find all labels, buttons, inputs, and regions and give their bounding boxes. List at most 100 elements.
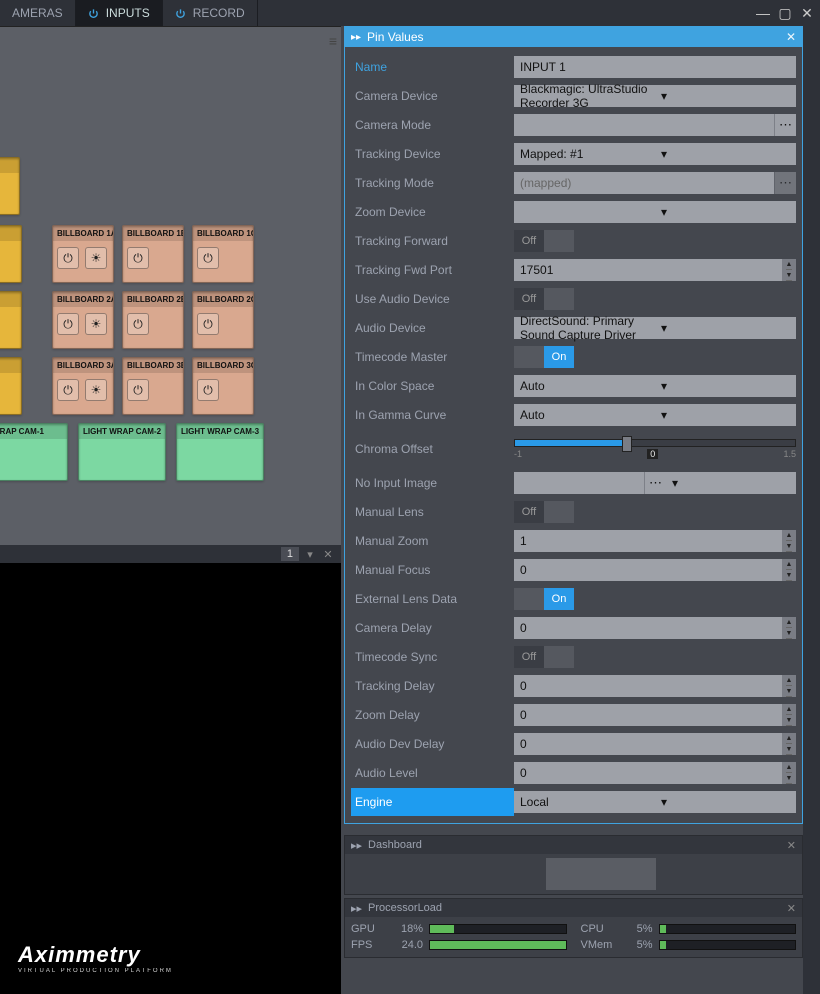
step-up-icon[interactable]: ▲	[786, 675, 793, 686]
audio-dev-delay-input[interactable]: 0▲▼	[514, 733, 796, 755]
tracking-delay-input[interactable]: 0▲▼	[514, 675, 796, 697]
page-number[interactable]: 1	[281, 547, 299, 561]
chevron-down-icon[interactable]: ▾	[666, 472, 796, 494]
node-gin1[interactable]: GIN 1	[0, 225, 22, 283]
panel-header[interactable]: ▸▸ Pin Values ✕	[345, 27, 802, 47]
collapse-icon[interactable]: ▸▸	[351, 902, 362, 915]
tab-cameras[interactable]: AMERAS	[0, 0, 76, 26]
chevron-down-icon[interactable]: ▾	[655, 201, 796, 223]
row-engine[interactable]: Engine Local▾	[351, 788, 796, 816]
close-icon[interactable]: ✕	[321, 547, 335, 561]
maximize-icon[interactable]: ▢	[776, 4, 794, 22]
node-billboard-2b[interactable]: BILLBOARD 2B ⏻	[122, 291, 184, 349]
collapse-icon[interactable]: ▸▸	[351, 839, 362, 852]
step-down-icon[interactable]: ▼	[786, 715, 793, 726]
close-icon[interactable]: ✕	[787, 839, 796, 852]
step-down-icon[interactable]: ▼	[786, 570, 793, 581]
panel-header[interactable]: ▸▸ ProcessorLoad ✕	[345, 899, 802, 917]
node-billboard-2a[interactable]: BILLBOARD 2A ⏻☀	[52, 291, 114, 349]
close-icon[interactable]: ✕	[787, 902, 796, 915]
power-icon[interactable]: ⏻	[127, 379, 149, 401]
camera-delay-input[interactable]: 0▲▼	[514, 617, 796, 639]
light-icon[interactable]: ☀	[85, 313, 107, 335]
collapse-icon[interactable]: ▸▸	[351, 32, 361, 43]
step-up-icon[interactable]: ▲	[786, 259, 793, 270]
step-down-icon[interactable]: ▼	[786, 744, 793, 755]
close-icon[interactable]: ✕	[786, 30, 796, 44]
step-down-icon[interactable]: ▼	[786, 628, 793, 639]
step-down-icon[interactable]: ▼	[786, 270, 793, 281]
camera-device-select[interactable]: Blackmagic: UltraStudio Recorder 3G	[514, 85, 655, 107]
audio-device-select[interactable]: DirectSound: Primary Sound Capture Drive…	[514, 317, 655, 339]
engine-select[interactable]: Local	[514, 791, 655, 813]
name-input[interactable]: INPUT 1	[514, 56, 796, 78]
step-up-icon[interactable]: ▲	[786, 762, 793, 773]
step-up-icon[interactable]: ▲	[786, 704, 793, 715]
chevron-down-icon[interactable]: ▾	[655, 404, 796, 426]
in-color-space-select[interactable]: Auto	[514, 375, 655, 397]
close-icon[interactable]: ✕	[798, 4, 816, 22]
no-input-image-field[interactable]	[514, 472, 644, 494]
manual-focus-input[interactable]: 0▲▼	[514, 559, 796, 581]
minimize-icon[interactable]: —	[754, 4, 772, 22]
use-audio-device-toggle[interactable]: Off	[514, 288, 574, 310]
light-icon[interactable]: ☀	[85, 247, 107, 269]
node-gin2[interactable]: GIN 2	[0, 291, 22, 349]
chevron-down-icon[interactable]: ▾	[655, 85, 796, 107]
manual-zoom-input[interactable]: 1▲▼	[514, 530, 796, 552]
menu-icon[interactable]: ≡	[329, 33, 337, 49]
manual-lens-toggle[interactable]: Off	[514, 501, 574, 523]
tracking-forward-toggle[interactable]: Off	[514, 230, 574, 252]
zoom-delay-input[interactable]: 0▲▼	[514, 704, 796, 726]
node-light-wrap-2[interactable]: LIGHT WRAP CAM-2	[78, 423, 166, 481]
browse-button[interactable]: ⋯	[774, 114, 796, 136]
browse-button[interactable]: ⋯	[644, 472, 666, 494]
chevron-down-icon[interactable]: ▾	[655, 375, 796, 397]
camera-mode-select[interactable]	[514, 114, 774, 136]
tab-record[interactable]: RECORD	[163, 0, 258, 26]
node-gin3[interactable]: GIN 3	[0, 357, 22, 415]
tracking-fwd-port-input[interactable]: 17501▲▼	[514, 259, 796, 281]
external-lens-toggle[interactable]: On	[514, 588, 574, 610]
step-up-icon[interactable]: ▲	[786, 559, 793, 570]
chevron-down-icon[interactable]: ▾	[303, 547, 317, 561]
step-down-icon[interactable]: ▼	[786, 541, 793, 552]
node-billboard-1b[interactable]: BILLBOARD 1B ⏻	[122, 225, 184, 283]
node-billboard-1a[interactable]: BILLBOARD 1A ⏻☀	[52, 225, 114, 283]
node-light-wrap-1[interactable]: T WRAP CAM-1	[0, 423, 68, 481]
step-down-icon[interactable]: ▼	[786, 773, 793, 784]
timecode-master-toggle[interactable]: On	[514, 346, 574, 368]
power-icon[interactable]: ⏻	[197, 247, 219, 269]
chevron-down-icon[interactable]: ▾	[655, 791, 796, 813]
light-icon[interactable]: ☀	[85, 379, 107, 401]
node-ne[interactable]: NE	[0, 157, 20, 215]
panel-header[interactable]: ▸▸ Dashboard ✕	[345, 836, 802, 854]
node-billboard-3a[interactable]: BILLBOARD 3A ⏻☀	[52, 357, 114, 415]
tab-inputs[interactable]: INPUTS	[76, 0, 163, 26]
node-billboard-3c[interactable]: BILLBOARD 3C ⏻	[192, 357, 254, 415]
node-billboard-1c[interactable]: BILLBOARD 1C ⏻	[192, 225, 254, 283]
power-icon[interactable]: ⏻	[197, 313, 219, 335]
node-billboard-3b[interactable]: BILLBOARD 3B ⏻	[122, 357, 184, 415]
step-up-icon[interactable]: ▲	[786, 733, 793, 744]
node-light-wrap-3[interactable]: LIGHT WRAP CAM-3	[176, 423, 264, 481]
chevron-down-icon[interactable]: ▾	[655, 143, 796, 165]
in-gamma-curve-select[interactable]: Auto	[514, 404, 655, 426]
zoom-device-select[interactable]	[514, 201, 655, 223]
step-down-icon[interactable]: ▼	[786, 686, 793, 697]
node-billboard-2c[interactable]: BILLBOARD 2C ⏻	[192, 291, 254, 349]
power-icon[interactable]: ⏻	[57, 379, 79, 401]
step-up-icon[interactable]: ▲	[786, 617, 793, 628]
timecode-sync-toggle[interactable]: Off	[514, 646, 574, 668]
audio-level-input[interactable]: 0▲▼	[514, 762, 796, 784]
power-icon[interactable]: ⏻	[127, 247, 149, 269]
chroma-offset-slider[interactable]: -1 0 1.5	[514, 438, 796, 460]
power-icon[interactable]: ⏻	[57, 247, 79, 269]
step-up-icon[interactable]: ▲	[786, 530, 793, 541]
right-tool-strip	[803, 26, 820, 994]
tracking-device-select[interactable]: Mapped: #1	[514, 143, 655, 165]
power-icon[interactable]: ⏻	[57, 313, 79, 335]
chevron-down-icon[interactable]: ▾	[655, 317, 796, 339]
power-icon[interactable]: ⏻	[127, 313, 149, 335]
power-icon[interactable]: ⏻	[197, 379, 219, 401]
